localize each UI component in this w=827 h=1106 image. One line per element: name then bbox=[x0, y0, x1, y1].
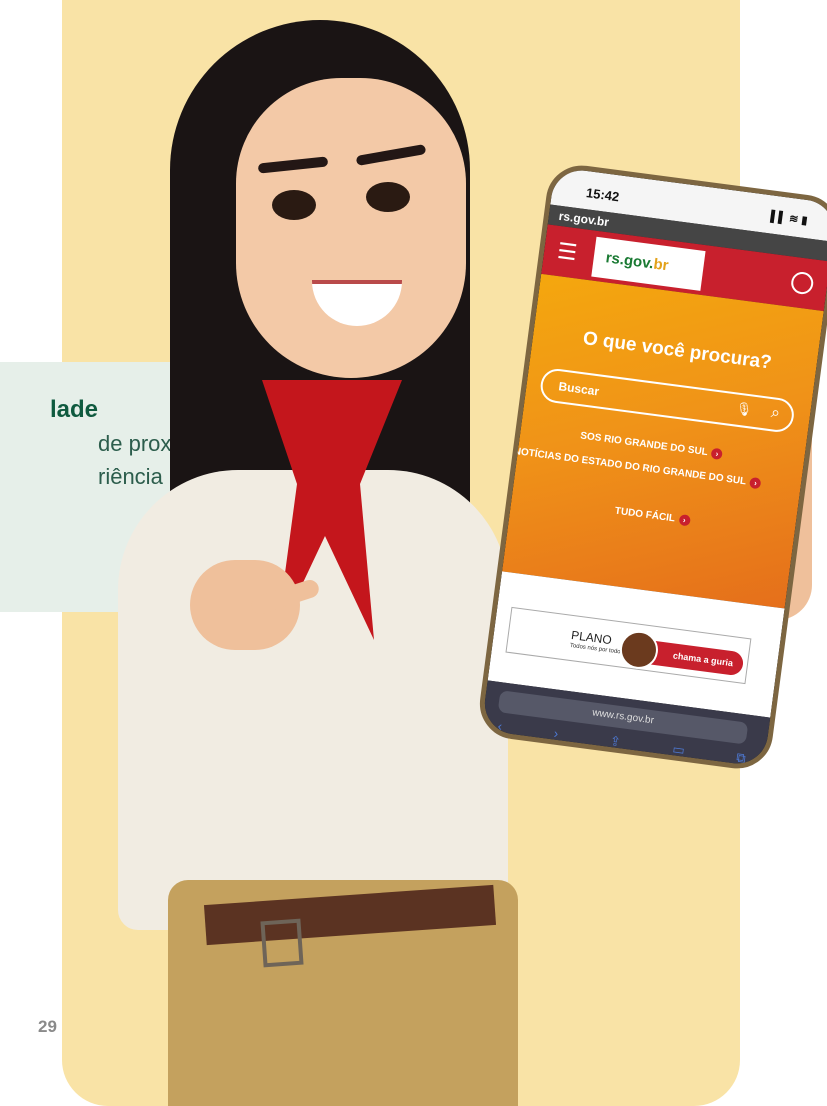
page-number: 29 bbox=[38, 1017, 57, 1036]
back-icon[interactable]: ‹ bbox=[497, 718, 503, 734]
chama-a-guria-button[interactable]: chama a guria bbox=[617, 628, 745, 677]
bookmarks-icon[interactable]: ▭ bbox=[671, 741, 686, 758]
user-icon[interactable] bbox=[789, 270, 815, 296]
chevron-right-icon: › bbox=[710, 447, 724, 461]
avatar bbox=[617, 628, 661, 672]
plano-banner[interactable]: PLANO Todos nós por todos nós. chama a g… bbox=[505, 606, 752, 685]
logo-text: rs.gov.br bbox=[604, 249, 670, 275]
search-icon[interactable]: ⌕ bbox=[770, 404, 781, 423]
eye bbox=[366, 182, 410, 212]
forward-icon[interactable]: › bbox=[553, 726, 559, 742]
search-input[interactable]: Buscar 🎙 ⌕ bbox=[538, 366, 796, 434]
menu-icon[interactable]: ☰ bbox=[553, 238, 582, 267]
eye bbox=[272, 190, 316, 220]
belt-buckle bbox=[260, 918, 304, 968]
character-illustration: 15:42 ▌▌ ≋ ▮ rs.gov.br ☰ rs.gov.br O que… bbox=[0, 0, 827, 1106]
status-icons: ▌▌ ≋ ▮ bbox=[769, 210, 809, 228]
tabs-icon[interactable]: ⧉ bbox=[735, 750, 747, 767]
hero-section: O que você procura? Buscar 🎙 ⌕ SOS RIO G… bbox=[502, 273, 824, 609]
chevron-right-icon: › bbox=[678, 514, 691, 527]
face bbox=[236, 78, 466, 378]
status-time: 15:42 bbox=[585, 185, 621, 205]
chevron-right-icon: › bbox=[749, 476, 762, 490]
smartphone: 15:42 ▌▌ ≋ ▮ rs.gov.br ☰ rs.gov.br O que… bbox=[475, 161, 827, 773]
share-icon[interactable]: ⇪ bbox=[609, 733, 622, 750]
link-tudo-facil[interactable]: TUDO FÁCIL › bbox=[614, 506, 691, 527]
link-noticias[interactable]: NOTÍCIAS DO ESTADO DO RIO GRANDE DO SUL › bbox=[513, 446, 762, 490]
search-placeholder: Buscar bbox=[557, 379, 600, 399]
link-sos-rio-grande[interactable]: SOS RIO GRANDE DO SUL › bbox=[580, 430, 724, 461]
microphone-icon[interactable]: 🎙 bbox=[735, 401, 753, 419]
